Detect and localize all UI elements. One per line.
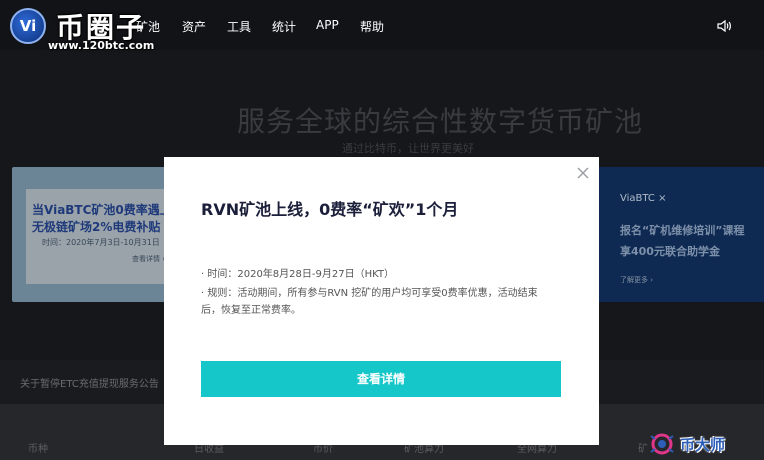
viabtc-logo-icon[interactable]: Vi <box>10 8 46 44</box>
nav-item-assets[interactable]: 资产 <box>182 18 206 35</box>
banner-left-line1: 当ViaBTC矿池0费率遇上 <box>32 203 172 217</box>
watermark-url: www.120btc.com <box>48 39 155 52</box>
promo-banner-right[interactable]: ViaBTC × 报名“矿机维修培训”课程 享400元联合助学金 了解更多 › <box>598 167 764 302</box>
hero-subtitle: 通过比特币，让世界更美好 <box>342 142 474 155</box>
close-icon[interactable] <box>575 165 591 181</box>
modal-time-line: · 时间：2020年8月28日-9月27日（HKT） <box>201 269 394 280</box>
promo-banner-left[interactable]: 当ViaBTC矿池0费率遇上 无极链矿场2%电费补贴 时间：2020年7月3日-… <box>12 167 172 302</box>
modal-title: RVN矿池上线，0费率“矿欢”1个月 <box>201 200 459 219</box>
speaker-icon[interactable] <box>716 18 732 34</box>
hero-title: 服务全球的综合性数字货币矿池 <box>236 105 643 138</box>
nav-item-tools[interactable]: 工具 <box>227 18 251 35</box>
banner-right-line2: 享400元联合助学金 <box>620 245 720 258</box>
th-coin: 币种 <box>28 444 48 455</box>
modal-rule-line2: 后，恢复至正常费率。 <box>201 305 301 316</box>
view-details-button[interactable]: 查看详情 <box>201 361 561 397</box>
notice-text[interactable]: 关于暂停ETC充值提现服务公告 <box>20 375 159 390</box>
corner-watermark: 币大师 <box>680 436 726 454</box>
coin-master-logo-icon <box>650 433 674 455</box>
nav-item-pool[interactable]: 矿池 <box>136 18 160 35</box>
banner-right-line1: 报名“矿机维修培训”课程 <box>620 224 745 237</box>
modal-rule-line1: · 规则：活动期间，所有参与RVN 挖矿的用户均可享受0费率优惠，活动结束 <box>201 288 538 299</box>
nav-item-app[interactable]: APP <box>316 18 339 32</box>
logo-text: Vi <box>19 17 37 35</box>
banner-right-more[interactable]: 了解更多 › <box>620 275 653 285</box>
th-more: 矿 <box>638 444 648 455</box>
nav-item-stats[interactable]: 统计 <box>272 18 296 35</box>
banner-right-brand: ViaBTC × <box>620 193 667 204</box>
banner-left-link[interactable]: 查看详情 › <box>132 254 165 264</box>
nav-item-help[interactable]: 帮助 <box>360 18 384 35</box>
banner-left-date: 时间：2020年7月3日-10月31日 <box>42 238 160 247</box>
banner-left-line2: 无极链矿场2%电费补贴 <box>32 220 161 234</box>
